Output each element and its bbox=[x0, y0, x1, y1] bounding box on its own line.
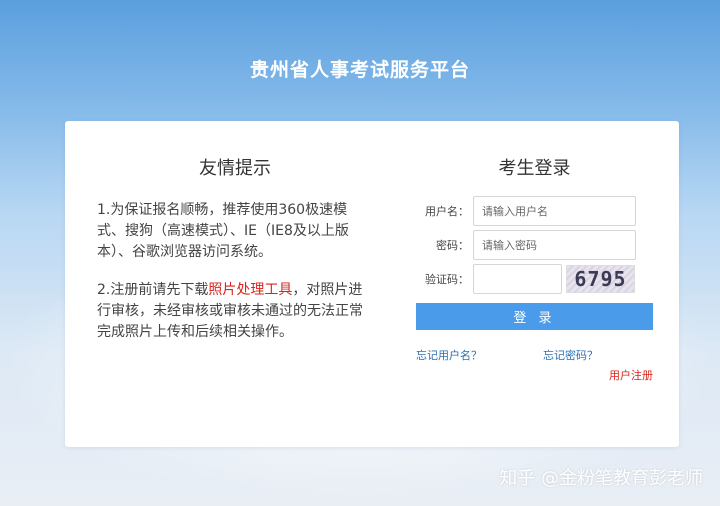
captcha-image[interactable]: 6795 bbox=[566, 265, 635, 293]
login-panel: 考生登录 用户名： 密码： 验证码： 6795 登 录 忘记用户名？ 忘记密码？… bbox=[416, 121, 653, 383]
tips-panel: 友情提示 1.为保证报名顺畅，推荐使用360极速模式、搜狗（高速模式）、IE（I… bbox=[97, 121, 373, 343]
photo-tool-link[interactable]: 照片处理工具 bbox=[208, 282, 292, 298]
captcha-row: 验证码： 6795 bbox=[416, 264, 653, 294]
password-input[interactable] bbox=[473, 230, 636, 260]
forgot-password-link[interactable]: 忘记密码？ bbox=[543, 347, 598, 363]
login-title: 考生登录 bbox=[498, 158, 571, 179]
password-label: 密码： bbox=[436, 239, 469, 252]
captcha-label: 验证码： bbox=[425, 273, 469, 286]
tips-title: 友情提示 bbox=[199, 158, 271, 179]
watermark: 知乎 @金粉笔教育彭老师 bbox=[499, 468, 703, 489]
password-row: 密码： bbox=[416, 230, 653, 260]
site-title: 贵州省人事考试服务平台 bbox=[249, 59, 470, 81]
username-input[interactable] bbox=[473, 196, 636, 226]
forgot-username-link[interactable]: 忘记用户名？ bbox=[416, 347, 482, 363]
captcha-input[interactable] bbox=[473, 264, 562, 294]
tip-item-2: 2.注册前请先下载照片处理工具，对照片进行审核，未经审核或审核未通过的无法正常完… bbox=[97, 280, 373, 343]
username-label: 用户名： bbox=[425, 205, 469, 218]
main-card: 友情提示 1.为保证报名顺畅，推荐使用360极速模式、搜狗（高速模式）、IE（I… bbox=[65, 121, 679, 447]
tip-item-2-text: 2.注册前请先下载 bbox=[97, 282, 209, 298]
tip-item-1: 1.为保证报名顺畅，推荐使用360极速模式、搜狗（高速模式）、IE（IE8及以上… bbox=[97, 202, 349, 260]
register-link[interactable]: 用户注册 bbox=[609, 367, 653, 383]
username-row: 用户名： bbox=[416, 196, 653, 226]
login-links: 忘记用户名？ 忘记密码？ 用户注册 bbox=[416, 340, 653, 383]
login-button[interactable]: 登 录 bbox=[416, 303, 653, 330]
